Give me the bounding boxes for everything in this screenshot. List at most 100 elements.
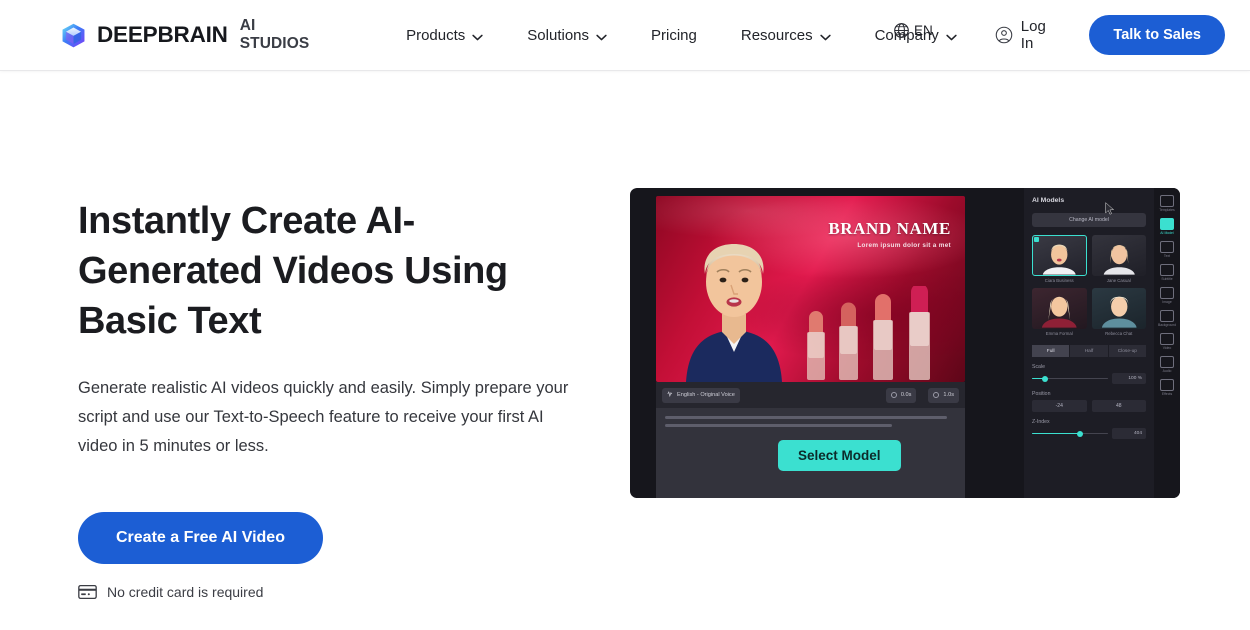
talk-to-sales-button[interactable]: Talk to Sales [1089,15,1225,55]
text-icon [1160,241,1174,253]
login-link[interactable]: Log In [979,10,1076,60]
voice-chip-label: English - Original Voice [677,392,735,398]
ai-models-panel: AI Models Change AI model Ciara Business [1024,188,1154,498]
scale-slider[interactable] [1032,374,1108,383]
chevron-down-icon [946,27,957,44]
nav-label: Resources [740,26,813,44]
model-grid: Ciara Business Jane Casual Emma Formal R… [1032,235,1146,336]
position-y-field[interactable]: 48 [1091,400,1146,412]
position-control-row: -24 48 [1032,400,1146,412]
language-selector[interactable]: EN [893,22,933,39]
rail-item-text[interactable]: Text [1160,241,1174,258]
rail-item-templates[interactable]: Templates [1159,195,1175,212]
create-free-ai-video-button[interactable]: Create a Free AI Video [78,512,323,564]
time-chip-start-label: 0.0s [900,392,912,398]
ai-presenter-avatar [686,244,782,382]
segment-full[interactable]: Full [1032,345,1070,357]
nav-item-products[interactable]: Products [384,19,505,52]
video-icon [1160,333,1174,345]
rail-label: Audio [1162,369,1172,373]
position-label: Position [1032,391,1051,397]
zindex-label: Z-Index [1032,419,1050,425]
clock-icon [890,392,897,398]
nav-item-pricing[interactable]: Pricing [629,19,719,52]
panel-title: AI Models [1032,197,1065,204]
clock-icon [933,392,940,398]
model-card[interactable]: Emma Formal [1032,288,1087,336]
rail-item-subtitle[interactable]: Subtitle [1160,264,1174,281]
rail-item-video[interactable]: Video [1160,333,1174,350]
credit-card-icon [78,585,97,599]
change-ai-model-button[interactable]: Change AI model [1032,213,1146,227]
person-icon [1160,218,1174,230]
main-navigation: Products Solutions Pricing Resources Com… [384,19,979,52]
nav-item-resources[interactable]: Resources [719,19,853,52]
script-textarea[interactable]: Select Model [656,408,965,498]
rail-item-effects[interactable]: Effects [1160,379,1174,396]
brand-logo-link[interactable]: DEEPBRAIN AI STUDIOS [60,17,326,53]
rail-label: Effects [1161,392,1173,396]
product-preview-mockup: BRAND NAME Lorem ipsum dolor sit a met E… [630,188,1180,498]
model-card[interactable]: Rebecca Chat [1091,288,1146,336]
editor-tool-rail: Templates AI Model Text Subtitle Image B… [1154,188,1180,498]
nav-item-solutions[interactable]: Solutions [505,19,629,52]
model-thumbnail [1091,235,1146,276]
zindex-control-row: 404 [1032,428,1146,439]
time-chip-end[interactable]: 1.0s [928,387,959,403]
framing-segmented-control: Full Half Close-up [1032,345,1146,357]
zindex-slider[interactable] [1032,429,1108,438]
model-thumbnail [1032,235,1087,276]
login-label: Log In [1020,18,1046,52]
model-thumbnail [1091,288,1146,329]
effects-icon [1160,379,1174,391]
model-card[interactable]: Ciara Business [1032,235,1087,283]
voice-chip[interactable]: English - Original Voice [662,387,740,403]
slider-knob[interactable] [1041,375,1049,382]
canvas-brand-title: BRAND NAME [828,219,951,238]
site-header: DEEPBRAIN AI STUDIOS Products Solutions … [0,0,1250,71]
subtitle-icon [1160,264,1174,276]
image-icon [1160,287,1174,299]
rail-label: Templates [1159,208,1175,212]
voice-wave-icon [667,391,673,399]
rail-item-background[interactable]: Background [1158,310,1176,327]
model-name: Jane Casual [1106,278,1131,283]
rail-label: Subtitle [1161,277,1173,281]
lipstick-product-row [807,286,930,380]
brand-subtitle: AI STUDIOS [239,17,310,52]
globe-icon [893,22,910,39]
rail-item-ai-model[interactable]: AI Model [1160,218,1174,235]
scale-control-row: 100 % [1032,373,1146,384]
scale-label: Scale [1032,364,1045,370]
model-name: Emma Formal [1045,331,1073,336]
model-card[interactable]: Jane Casual [1091,235,1146,283]
video-canvas[interactable]: BRAND NAME Lorem ipsum dolor sit a met [656,196,965,382]
brand-name: DEEPBRAIN [97,22,228,47]
chevron-down-icon [472,27,483,44]
chevron-down-icon [596,27,607,44]
language-label: EN [914,23,933,38]
time-chip-start[interactable]: 0.0s [885,387,917,403]
nav-label: Products [406,26,466,44]
chevron-down-icon [819,27,831,44]
time-chip-end-label: 1.0s [943,392,954,398]
segment-half[interactable]: Half [1070,345,1108,357]
select-model-button[interactable]: Select Model [778,440,901,471]
no-credit-card-note: No credit card is required [78,584,623,600]
scale-value[interactable]: 100 % [1112,373,1146,384]
editor-main-area: BRAND NAME Lorem ipsum dolor sit a met E… [630,188,1024,498]
position-x-field[interactable]: -24 [1032,400,1087,412]
background-icon [1159,310,1174,322]
rail-item-image[interactable]: Image [1160,287,1174,304]
script-text-line [665,416,948,419]
header-actions: Log In Talk to Sales [979,10,1225,60]
hero-subtext: Generate realistic AI videos quickly and… [78,379,569,455]
page-title: Instantly Create AI-Generated Videos Usi… [78,200,508,342]
segment-closeup[interactable]: Close-up [1108,345,1146,357]
rail-item-audio[interactable]: Audio [1160,356,1174,373]
audio-icon [1160,356,1174,368]
canvas-brand-title-group: BRAND NAME Lorem ipsum dolor sit a met [828,219,951,249]
slider-knob[interactable] [1076,430,1084,437]
nav-label: Pricing [651,26,697,44]
zindex-value[interactable]: 404 [1112,428,1146,439]
